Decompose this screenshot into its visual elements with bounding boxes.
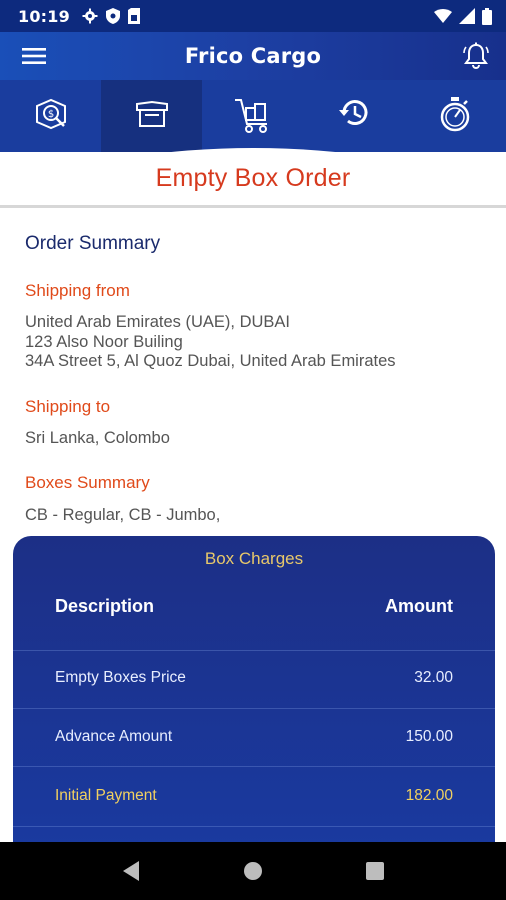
amount-column-header: Amount: [385, 596, 453, 616]
shield-icon: [105, 8, 120, 24]
stopwatch-icon: [441, 97, 470, 132]
row-divider: [13, 650, 495, 651]
box-charges-title: Box Charges: [204, 549, 304, 568]
sim-card-icon: [127, 8, 140, 24]
row-divider: [13, 708, 495, 709]
home-icon: [244, 862, 262, 880]
order-summary-heading: Order Summary: [25, 233, 161, 254]
shipping-from-line1: United Arab Emirates (UAE), DUBAI: [25, 313, 290, 331]
bell-icon: [463, 42, 489, 70]
home-button[interactable]: [233, 851, 273, 891]
charges-row: Empty Boxes Price 32.00: [13, 669, 495, 693]
description-column-header: Description: [55, 596, 155, 616]
charge-amount: 32.00: [414, 669, 453, 686]
recents-button[interactable]: [355, 851, 395, 891]
charge-description: Empty Boxes Price: [55, 669, 186, 686]
charge-amount: 150.00: [405, 728, 453, 745]
boxes-summary-value: CB - Regular, CB - Jumbo,: [25, 506, 221, 524]
cart-boxes-icon: [235, 99, 267, 133]
recents-icon: [366, 862, 384, 880]
row-divider: [13, 766, 495, 767]
charges-total-row: Initial Payment 182.00: [13, 787, 495, 811]
history-icon: [339, 100, 368, 125]
status-bar: 10:19: [0, 0, 506, 32]
charge-description: Advance Amount: [55, 728, 173, 745]
gear-icon: [82, 8, 98, 24]
app-bar: Frico Cargo: [0, 32, 506, 80]
battery-icon: [482, 7, 492, 25]
charge-amount: 182.00: [405, 787, 453, 804]
menu-button[interactable]: [20, 44, 48, 68]
hamburger-menu-icon: [22, 48, 46, 64]
page-title: Empty Box Order: [155, 164, 351, 192]
track-parcel-icon: $: [35, 98, 66, 130]
shipping-from-line3: 34A Street 5, Al Quoz Dubai, United Arab…: [25, 352, 396, 370]
signal-icon: [459, 8, 475, 24]
app-title: Frico Cargo: [184, 44, 322, 68]
shipping-to-value: Sri Lanka, Colombo: [25, 429, 170, 447]
shipping-from-line2: 123 Also Noor Builing: [25, 333, 183, 351]
row-divider: [13, 826, 495, 827]
shipping-from-label: Shipping from: [25, 281, 130, 300]
header-divider: [0, 205, 506, 208]
notifications-button[interactable]: [460, 40, 492, 72]
shipping-to-label: Shipping to: [25, 397, 111, 416]
charge-description: Initial Payment: [55, 787, 157, 804]
empty-box-icon: [135, 100, 168, 127]
charges-row: Advance Amount 150.00: [13, 728, 495, 752]
back-icon: [123, 861, 139, 881]
wifi-icon: [434, 9, 452, 23]
status-time: 10:19: [18, 6, 70, 26]
box-charges-card: Box Charges Description Amount Empty Box…: [13, 536, 495, 856]
boxes-summary-label: Boxes Summary: [25, 473, 150, 492]
back-button[interactable]: [111, 851, 151, 891]
system-nav-bar: [0, 842, 506, 900]
charges-header-row: Description Amount: [13, 596, 495, 628]
svg-text:$: $: [47, 109, 53, 120]
